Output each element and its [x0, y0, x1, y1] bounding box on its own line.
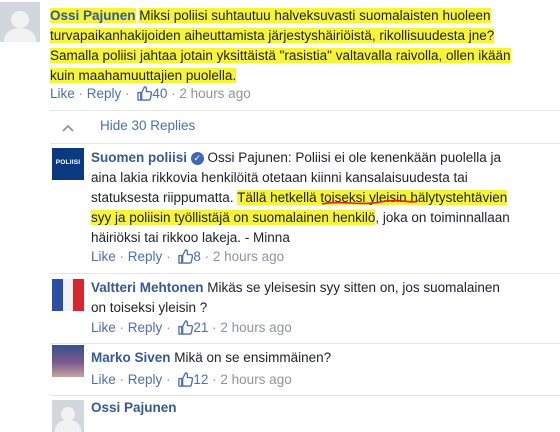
like-link[interactable]: Like — [91, 249, 116, 264]
divider — [50, 110, 560, 111]
reply-actions: Like · Reply · 21 · 2 hours ago — [91, 320, 292, 338]
reply-author[interactable]: Suomen poliisi — [91, 150, 187, 165]
separator: · — [166, 372, 171, 387]
hide-replies-label: Hide 30 Replies — [100, 118, 196, 133]
reply-text: Mikä on se ensimmäinen? — [170, 350, 332, 365]
separator: · — [171, 86, 176, 101]
timestamp[interactable]: 2 hours ago — [220, 372, 291, 387]
reply-text: aina lakia rikkovia henkilöitä otetaan k… — [91, 170, 468, 185]
reply-body: Valtteri Mehtonen Mikäs se yleisesin syy… — [91, 278, 560, 318]
separator: · — [119, 372, 125, 387]
reply-text: , joka on toiminnallaan — [375, 210, 510, 225]
divider — [50, 143, 560, 144]
timestamp[interactable]: 2 hours ago — [220, 320, 291, 335]
timestamp[interactable]: 2 hours ago — [179, 86, 250, 101]
separator: · — [119, 249, 125, 264]
chevron-up-icon — [62, 120, 74, 135]
timestamp[interactable]: 2 hours ago — [213, 249, 284, 264]
reply-text-highlighted: syy ja poliisin työllistäjä on suomalain… — [91, 210, 376, 225]
reply-text: on toiseksi yleisin ? — [91, 300, 208, 315]
reply-link[interactable]: Reply — [128, 249, 163, 264]
separator: · — [212, 372, 217, 387]
thumbs-up-icon — [178, 249, 194, 267]
thumbs-up-icon — [137, 86, 153, 104]
comment-actions: Like · Reply · 40 · 2 hours ago — [50, 86, 251, 104]
like-link[interactable]: Like — [91, 320, 116, 335]
separator: · — [212, 320, 217, 335]
reply-body: Marko Siven Mikä on se ensimmäinen? — [91, 348, 560, 368]
avatar[interactable]: POLIISI — [52, 148, 84, 180]
reply-text: : Poliisi ei ole kenenkään puolella ja — [287, 150, 501, 165]
avatar[interactable] — [52, 345, 84, 377]
separator: · — [119, 320, 125, 335]
like-count[interactable]: 8 — [193, 249, 201, 264]
divider — [50, 343, 560, 344]
reply-link[interactable]: Reply — [128, 320, 163, 335]
reply-link[interactable]: Reply — [128, 372, 163, 387]
comment-author[interactable]: Ossi Pajunen — [50, 8, 136, 23]
comment-text: Samalla poliisi jahtaa jotain yksittäist… — [50, 48, 511, 63]
reply-actions: Like · Reply · 8 · 2 hours ago — [91, 249, 284, 267]
avatar[interactable] — [52, 400, 84, 432]
reply-author[interactable]: Ossi Pajunen — [91, 400, 177, 415]
reply-author[interactable]: Marko Siven — [91, 350, 171, 365]
divider — [50, 273, 560, 274]
separator: · — [166, 320, 171, 335]
avatar[interactable] — [52, 279, 84, 311]
separator: · — [204, 249, 210, 264]
thumbs-up-icon — [178, 372, 194, 390]
like-count[interactable]: 21 — [193, 320, 208, 335]
verified-badge-icon: ✓ — [190, 152, 204, 165]
reply-text: statuksesta riippumatta. — [91, 190, 238, 205]
separator: · — [125, 86, 130, 101]
separator: · — [166, 249, 171, 264]
separator: · — [78, 86, 84, 101]
comment-text: Miksi poliisi suhtautuu halveksuvasti su… — [139, 8, 491, 23]
avatar[interactable] — [0, 2, 40, 42]
red-underline-annotation — [321, 199, 419, 205]
divider — [50, 395, 560, 396]
reply-actions: Like · Reply · 12 · 2 hours ago — [91, 372, 292, 390]
comment-text: kuin maahamuuttajien puolella. — [50, 68, 237, 83]
like-link[interactable]: Like — [50, 86, 75, 101]
reply-text: Mikäs se yleisesin syy sitten on, jos su… — [203, 280, 500, 295]
reply-link[interactable]: Reply — [87, 86, 122, 101]
comment-text: turvapaikanhakijoiden aiheuttamista järj… — [50, 28, 495, 43]
like-count[interactable]: 12 — [193, 372, 208, 387]
avatar-logo-text: POLIISI — [55, 159, 81, 166]
like-count[interactable]: 40 — [152, 86, 167, 101]
thumbs-up-icon — [178, 320, 194, 338]
like-link[interactable]: Like — [91, 372, 116, 387]
reply-author[interactable]: Valtteri Mehtonen — [91, 280, 204, 295]
comment-body: Ossi Pajunen Miksi poliisi suhtautuu hal… — [50, 6, 560, 86]
mention[interactable]: Ossi Pajunen — [208, 150, 288, 165]
reply-body: Ossi Pajunen — [91, 398, 560, 418]
reply-text: häiriöksi tai rikkoo lakeja. - Minna — [91, 230, 290, 245]
